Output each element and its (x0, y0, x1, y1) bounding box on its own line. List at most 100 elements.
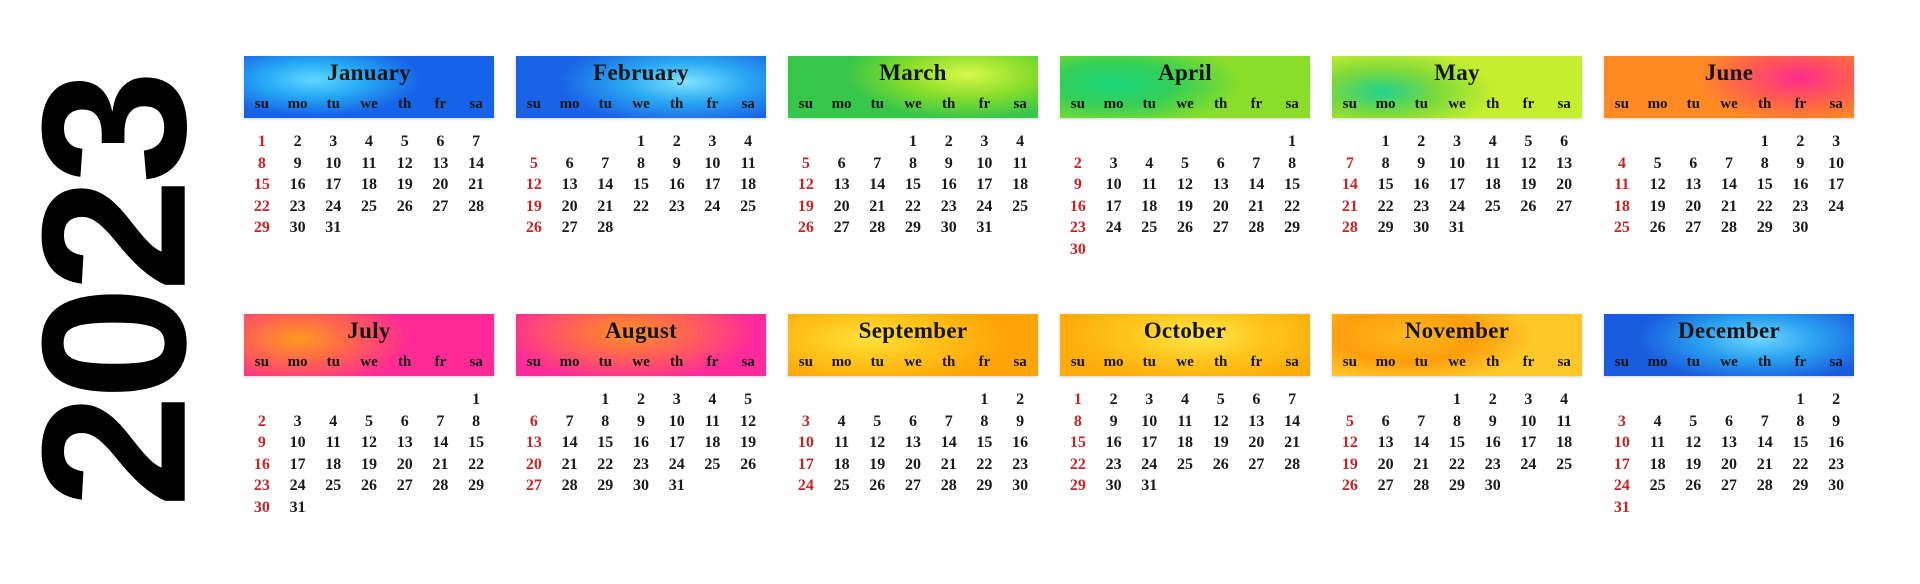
day-cell[interactable]: 4 (1167, 389, 1203, 411)
day-cell[interactable]: 25 (1640, 475, 1676, 497)
day-cell[interactable]: 27 (516, 475, 552, 497)
day-cell[interactable]: 31 (1131, 475, 1167, 497)
day-cell[interactable]: 9 (1096, 411, 1132, 433)
day-cell[interactable]: 28 (931, 475, 967, 497)
day-cell[interactable]: 27 (423, 196, 459, 218)
day-cell[interactable]: 5 (351, 411, 387, 433)
day-cell[interactable]: 8 (967, 411, 1003, 433)
day-cell[interactable]: 21 (1403, 454, 1439, 476)
day-cell[interactable]: 17 (1439, 174, 1475, 196)
day-cell[interactable]: 14 (552, 432, 588, 454)
day-cell[interactable]: 22 (895, 196, 931, 218)
day-cell[interactable]: 11 (824, 432, 860, 454)
day-cell[interactable]: 3 (695, 131, 731, 153)
day-cell[interactable]: 22 (1060, 454, 1096, 476)
day-cell[interactable]: 17 (1818, 174, 1854, 196)
day-cell[interactable]: 2 (1783, 131, 1819, 153)
day-cell[interactable]: 20 (895, 454, 931, 476)
day-cell[interactable]: 28 (458, 196, 494, 218)
day-cell[interactable]: 24 (1096, 217, 1132, 239)
day-cell[interactable]: 23 (659, 196, 695, 218)
day-cell[interactable]: 12 (387, 153, 423, 175)
day-cell[interactable]: 4 (730, 131, 766, 153)
day-cell[interactable]: 5 (1203, 389, 1239, 411)
day-cell[interactable]: 16 (1818, 432, 1854, 454)
day-cell[interactable]: 30 (1475, 475, 1511, 497)
day-cell[interactable]: 12 (516, 174, 552, 196)
day-cell[interactable]: 15 (1368, 174, 1404, 196)
day-cell[interactable]: 16 (1060, 196, 1096, 218)
day-cell[interactable]: 29 (1060, 475, 1096, 497)
day-cell[interactable]: 29 (587, 475, 623, 497)
day-cell[interactable]: 20 (423, 174, 459, 196)
day-cell[interactable]: 8 (244, 153, 280, 175)
day-cell[interactable]: 23 (931, 196, 967, 218)
day-cell[interactable]: 17 (1604, 454, 1640, 476)
day-cell[interactable]: 21 (1711, 196, 1747, 218)
day-cell[interactable]: 9 (659, 153, 695, 175)
day-cell[interactable]: 2 (1475, 389, 1511, 411)
day-cell[interactable]: 2 (623, 389, 659, 411)
day-cell[interactable]: 29 (1747, 217, 1783, 239)
day-cell[interactable]: 11 (351, 153, 387, 175)
day-cell[interactable]: 24 (659, 454, 695, 476)
day-cell[interactable]: 24 (315, 196, 351, 218)
day-cell[interactable]: 16 (1475, 432, 1511, 454)
day-cell[interactable]: 8 (1060, 411, 1096, 433)
day-cell[interactable]: 23 (1783, 196, 1819, 218)
day-cell[interactable]: 5 (516, 153, 552, 175)
day-cell[interactable]: 10 (788, 432, 824, 454)
day-cell[interactable]: 7 (1403, 411, 1439, 433)
day-cell[interactable]: 13 (1203, 174, 1239, 196)
day-cell[interactable]: 20 (516, 454, 552, 476)
day-cell[interactable]: 25 (695, 454, 731, 476)
day-cell[interactable]: 20 (1711, 454, 1747, 476)
day-cell[interactable]: 30 (623, 475, 659, 497)
day-cell[interactable]: 20 (824, 196, 860, 218)
day-cell[interactable]: 24 (1439, 196, 1475, 218)
day-cell[interactable]: 3 (1439, 131, 1475, 153)
day-cell[interactable]: 27 (1368, 475, 1404, 497)
day-cell[interactable]: 29 (458, 475, 494, 497)
day-cell[interactable]: 9 (1475, 411, 1511, 433)
day-cell[interactable]: 17 (1511, 432, 1547, 454)
day-cell[interactable]: 6 (1239, 389, 1275, 411)
day-cell[interactable]: 19 (387, 174, 423, 196)
day-cell[interactable]: 9 (244, 432, 280, 454)
day-cell[interactable]: 21 (423, 454, 459, 476)
day-cell[interactable]: 3 (1818, 131, 1854, 153)
day-cell[interactable]: 19 (1640, 196, 1676, 218)
day-cell[interactable]: 3 (315, 131, 351, 153)
day-cell[interactable]: 4 (351, 131, 387, 153)
day-cell[interactable]: 18 (1640, 454, 1676, 476)
day-cell[interactable]: 1 (1747, 131, 1783, 153)
day-cell[interactable]: 21 (1747, 454, 1783, 476)
day-cell[interactable]: 12 (1332, 432, 1368, 454)
day-cell[interactable]: 15 (244, 174, 280, 196)
day-cell[interactable]: 18 (1475, 174, 1511, 196)
day-cell[interactable]: 10 (280, 432, 316, 454)
day-cell[interactable]: 5 (1167, 153, 1203, 175)
day-cell[interactable]: 26 (1675, 475, 1711, 497)
day-cell[interactable]: 8 (1747, 153, 1783, 175)
day-cell[interactable]: 10 (1131, 411, 1167, 433)
day-cell[interactable]: 28 (1274, 454, 1310, 476)
day-cell[interactable]: 15 (458, 432, 494, 454)
day-cell[interactable]: 14 (859, 174, 895, 196)
day-cell[interactable]: 1 (967, 389, 1003, 411)
day-cell[interactable]: 6 (895, 411, 931, 433)
day-cell[interactable]: 11 (1475, 153, 1511, 175)
day-cell[interactable]: 6 (1711, 411, 1747, 433)
day-cell[interactable]: 31 (280, 497, 316, 519)
day-cell[interactable]: 23 (1096, 454, 1132, 476)
day-cell[interactable]: 1 (895, 131, 931, 153)
day-cell[interactable]: 10 (695, 153, 731, 175)
day-cell[interactable]: 28 (423, 475, 459, 497)
day-cell[interactable]: 14 (458, 153, 494, 175)
day-cell[interactable]: 13 (1239, 411, 1275, 433)
day-cell[interactable]: 11 (1640, 432, 1676, 454)
day-cell[interactable]: 15 (587, 432, 623, 454)
day-cell[interactable]: 2 (659, 131, 695, 153)
day-cell[interactable]: 25 (730, 196, 766, 218)
day-cell[interactable]: 13 (1711, 432, 1747, 454)
